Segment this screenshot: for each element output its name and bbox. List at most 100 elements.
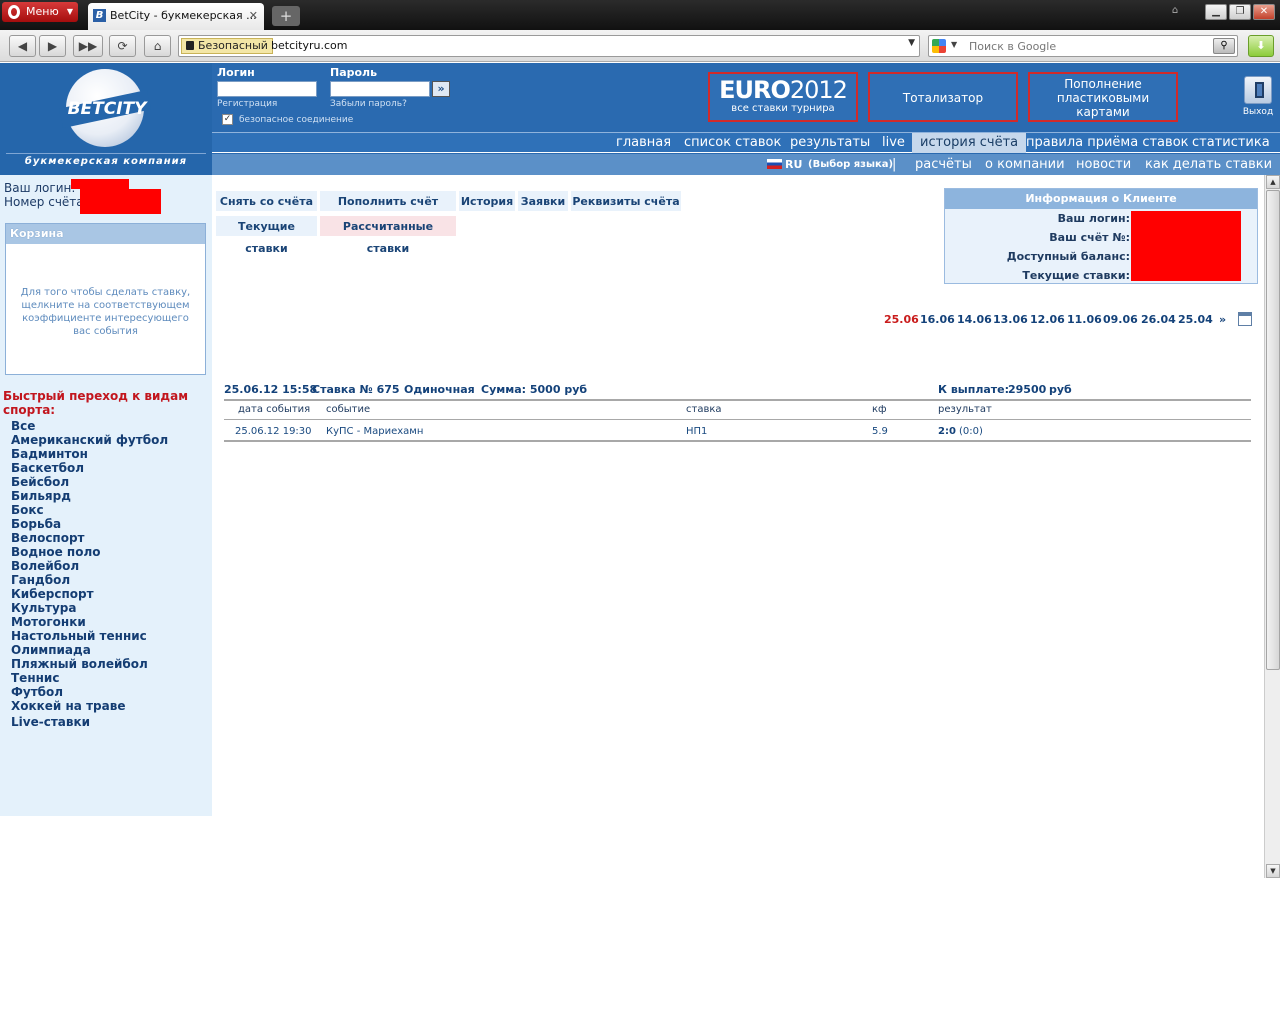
page-scrollbar[interactable]: ▲ ▼ bbox=[1264, 175, 1280, 878]
russia-flag-icon[interactable] bbox=[767, 159, 782, 169]
sport-link[interactable]: Баскетбол bbox=[11, 461, 168, 475]
reload-button[interactable]: ⟳ bbox=[109, 35, 136, 57]
tab-current-bets[interactable]: Текущие ставки bbox=[215, 215, 318, 255]
sport-link[interactable]: Бокс bbox=[11, 503, 168, 517]
date-link-current[interactable]: 25.06 bbox=[884, 313, 919, 326]
sport-link[interactable]: Американский футбол bbox=[11, 433, 168, 447]
history-dropdown-icon[interactable]: ▼ bbox=[908, 38, 915, 48]
menu-how-to-bet[interactable]: как делать ставки bbox=[1145, 154, 1272, 175]
close-tab-icon[interactable]: ✕ bbox=[249, 3, 258, 29]
sport-link[interactable]: Велоспорт bbox=[11, 531, 168, 545]
live-bets-link[interactable]: Live-ставки bbox=[11, 715, 168, 729]
sport-link[interactable]: Футбол bbox=[11, 685, 168, 699]
date-link[interactable]: 13.06 bbox=[993, 313, 1028, 326]
euro2012-subtitle: все ставки турнира bbox=[731, 103, 835, 114]
menu-about[interactable]: о компании bbox=[985, 154, 1065, 175]
bet-slip-hint: Для того чтобы сделать ставку, щелкните … bbox=[20, 287, 191, 337]
tab-withdraw[interactable]: Снять со счёта bbox=[215, 190, 318, 212]
forgot-password-link[interactable]: Забыли пароль? bbox=[330, 99, 407, 109]
date-link[interactable]: 25.04 bbox=[1178, 313, 1213, 326]
euro2012-banner[interactable]: EURO2012 все ставки турнира bbox=[708, 72, 858, 122]
sport-link[interactable]: Настольный теннис bbox=[11, 629, 168, 643]
tab-account-details[interactable]: Реквизиты счёта bbox=[570, 190, 682, 212]
sport-link[interactable]: Водное поло bbox=[11, 545, 168, 559]
menu-statistics[interactable]: статистика bbox=[1192, 133, 1270, 153]
download-icon[interactable]: ⬇ bbox=[1248, 35, 1274, 57]
address-bar[interactable]: Безопасный betcityru.com ▼ bbox=[178, 35, 920, 57]
browser-menu-button[interactable]: Меню ▼ bbox=[2, 2, 78, 22]
bet-datetime: 25.06.12 15:58 bbox=[224, 383, 318, 396]
sport-link[interactable]: Все bbox=[11, 419, 168, 433]
sport-link[interactable]: Бадминтон bbox=[11, 447, 168, 461]
date-link[interactable]: 12.06 bbox=[1030, 313, 1065, 326]
sport-link[interactable]: Олимпиада bbox=[11, 643, 168, 657]
sport-link[interactable]: Хоккей на траве bbox=[11, 699, 168, 713]
back-button[interactable]: ◀ bbox=[9, 35, 36, 57]
browser-navbar: ◀ ▶ ▶▶ ⟳ ⌂ Безопасный betcityru.com ▼ ▼ … bbox=[0, 30, 1280, 62]
door-icon bbox=[1255, 82, 1264, 98]
sport-link[interactable]: Бейсбол bbox=[11, 475, 168, 489]
menu-bet-list[interactable]: список ставок bbox=[684, 133, 781, 153]
browser-tab[interactable]: B BetCity - букмекерская ... ✕ bbox=[88, 3, 264, 30]
secure-connection-checkbox[interactable]: ✓ bbox=[222, 114, 233, 125]
menu-live[interactable]: live bbox=[882, 133, 905, 153]
menu-settlements[interactable]: расчёты bbox=[915, 154, 972, 175]
forward-button[interactable]: ▶ bbox=[39, 35, 66, 57]
sport-link[interactable]: Пляжный волейбол bbox=[11, 657, 168, 671]
tab-settled-bets[interactable]: Рассчитанные ставки bbox=[319, 215, 457, 255]
language-choice-link[interactable]: (Выбор языка) bbox=[808, 154, 893, 175]
menu-news[interactable]: новости bbox=[1076, 154, 1131, 175]
totalizator-banner[interactable]: Тотализатор bbox=[868, 72, 1018, 122]
search-engine-dropdown-icon[interactable]: ▼ bbox=[951, 40, 957, 49]
logo[interactable]: BETCITY букмекерская компания bbox=[0, 63, 212, 175]
date-link[interactable]: 14.06 bbox=[957, 313, 992, 326]
fast-forward-button[interactable]: ▶▶ bbox=[73, 35, 103, 57]
google-icon[interactable] bbox=[932, 39, 946, 53]
sport-link[interactable]: Бильярд bbox=[11, 489, 168, 503]
sport-link[interactable]: Мотогонки bbox=[11, 615, 168, 629]
col-result: результат bbox=[938, 404, 992, 415]
close-window-button[interactable]: ✕ bbox=[1253, 4, 1275, 20]
trash-icon[interactable]: ⌂ bbox=[1163, 4, 1187, 20]
menu-results[interactable]: результаты bbox=[790, 133, 870, 153]
register-link[interactable]: Регистрация bbox=[217, 99, 277, 109]
date-link[interactable]: 26.04 bbox=[1141, 313, 1176, 326]
euro2012-logo: EURO2012 bbox=[719, 76, 848, 104]
date-link[interactable]: 11.06 bbox=[1067, 313, 1102, 326]
sport-link[interactable]: Теннис bbox=[11, 671, 168, 685]
sport-link[interactable]: Киберспорт bbox=[11, 587, 168, 601]
sport-link[interactable]: Гандбол bbox=[11, 573, 168, 587]
menu-main[interactable]: главная bbox=[616, 133, 671, 153]
minimize-button[interactable]: ▁ bbox=[1205, 4, 1227, 20]
sport-link[interactable]: Волейбол bbox=[11, 559, 168, 573]
maximize-button[interactable]: ❐ bbox=[1229, 4, 1251, 20]
language-code[interactable]: RU bbox=[785, 154, 802, 175]
calendar-icon[interactable] bbox=[1238, 312, 1252, 326]
sports-list: Все Американский футбол Бадминтон Баскет… bbox=[11, 419, 168, 729]
client-current-bets-label: Текущие ставки: bbox=[1022, 269, 1130, 282]
scroll-down-icon[interactable]: ▼ bbox=[1266, 864, 1280, 878]
menu-account-history[interactable]: история счёта bbox=[912, 133, 1027, 153]
scroll-up-icon[interactable]: ▲ bbox=[1266, 175, 1280, 189]
exit-button[interactable] bbox=[1244, 76, 1272, 104]
security-badge[interactable]: Безопасный bbox=[181, 38, 273, 54]
exit-label[interactable]: Выход bbox=[1240, 107, 1276, 117]
search-box[interactable]: ▼ Поиск в Google ⚲ bbox=[928, 35, 1238, 57]
search-go-icon[interactable]: ⚲ bbox=[1213, 38, 1235, 54]
password-input[interactable] bbox=[330, 81, 430, 97]
new-tab-button[interactable]: + bbox=[272, 6, 300, 26]
login-input[interactable] bbox=[217, 81, 317, 97]
sport-link[interactable]: Культура bbox=[11, 601, 168, 615]
scrollbar-thumb[interactable] bbox=[1266, 190, 1280, 670]
tab-history[interactable]: История bbox=[458, 190, 516, 212]
sport-link[interactable]: Борьба bbox=[11, 517, 168, 531]
next-dates-link[interactable]: » bbox=[1219, 313, 1226, 326]
date-link[interactable]: 09.06 bbox=[1103, 313, 1138, 326]
date-link[interactable]: 16.06 bbox=[920, 313, 955, 326]
tab-deposit[interactable]: Пополнить счёт bbox=[319, 190, 457, 212]
menu-rules[interactable]: правила приёма ставок bbox=[1026, 133, 1189, 153]
home-button[interactable]: ⌂ bbox=[144, 35, 171, 57]
login-submit-button[interactable]: » bbox=[432, 81, 450, 97]
card-topup-banner[interactable]: Пополнение пластиковыми картами bbox=[1028, 72, 1178, 122]
tab-requests[interactable]: Заявки bbox=[517, 190, 569, 212]
